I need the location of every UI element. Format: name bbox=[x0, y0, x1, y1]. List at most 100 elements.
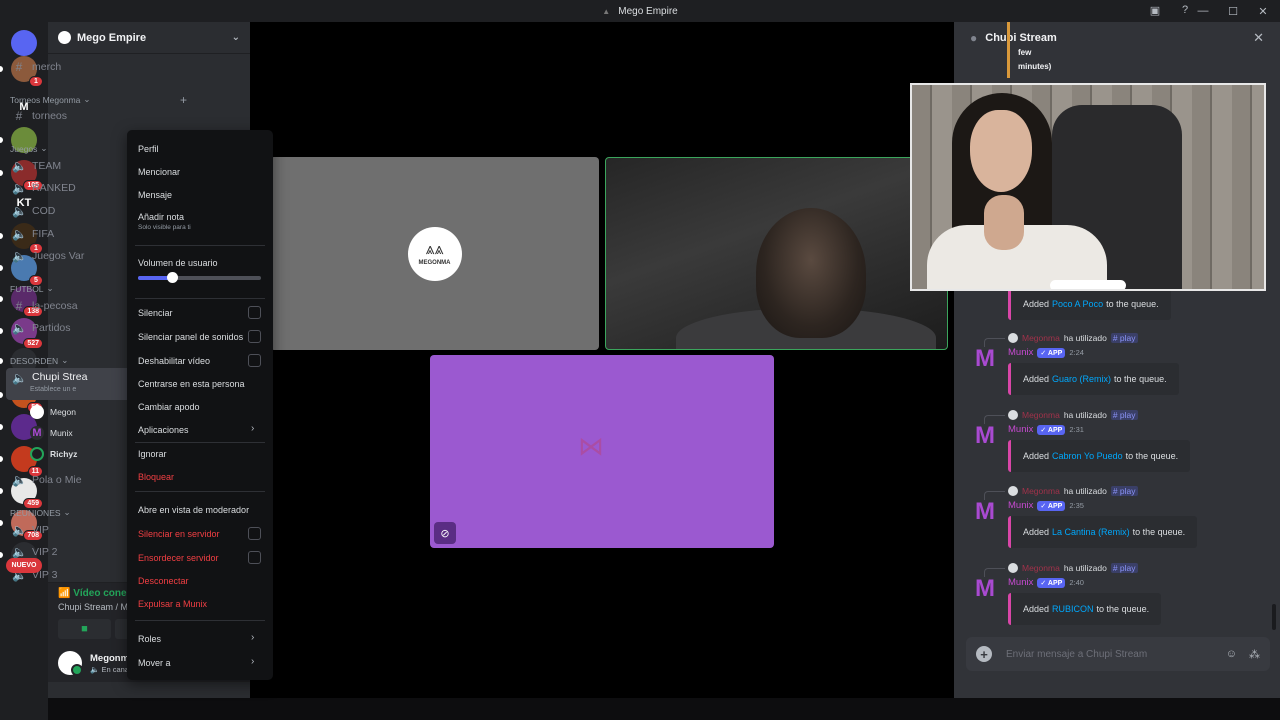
menu-anadir-nota[interactable]: Añadir nota Solo visible para ti bbox=[138, 212, 191, 231]
category-juegos[interactable]: Juegos ⌄ bbox=[10, 143, 48, 154]
menu-cambiar-apodo[interactable]: Cambiar apodo bbox=[138, 402, 200, 412]
menu-deshabilitar-video[interactable]: Deshabilitar vídeo bbox=[138, 356, 210, 366]
menu-roles[interactable]: Roles bbox=[138, 634, 161, 644]
pip-drag-handle[interactable] bbox=[1050, 280, 1126, 289]
new-badge: NUEVO bbox=[6, 558, 42, 573]
menu-ensordecer-servidor[interactable]: Ensordecer servidor bbox=[138, 553, 219, 563]
song-link[interactable]: RUBICON bbox=[1052, 604, 1094, 614]
channel-label: merch bbox=[32, 61, 62, 73]
close-icon[interactable]: ✕ bbox=[1253, 30, 1264, 46]
camera-button[interactable]: ■ bbox=[58, 619, 111, 639]
volume-slider[interactable] bbox=[138, 272, 261, 283]
video-tile-richyz[interactable] bbox=[605, 157, 948, 350]
channel-merch[interactable]: # merch bbox=[6, 57, 196, 77]
emoji-icon[interactable]: ☺ bbox=[1226, 648, 1237, 661]
checkmark-icon: ✓ bbox=[1040, 502, 1048, 510]
voice-user-megonma[interactable]: Megon bbox=[30, 405, 76, 419]
volume-knob[interactable] bbox=[167, 272, 179, 283]
help-icon[interactable]: ? bbox=[1178, 3, 1192, 17]
author-name[interactable]: Munix bbox=[1008, 347, 1033, 358]
menu-divider bbox=[135, 491, 265, 492]
maximize-button[interactable]: ☐ bbox=[1226, 4, 1240, 18]
channel-torneos[interactable]: # torneos bbox=[6, 106, 196, 126]
chevron-down-icon: ⌄ bbox=[61, 355, 69, 365]
video-tile-megonma[interactable]: ⩓⩓ MEGONMA bbox=[270, 157, 599, 350]
category-reuniones[interactable]: REUNIONES ⌄ bbox=[10, 507, 71, 518]
reply-reference[interactable]: Megonma ha utilizado # play bbox=[984, 486, 1138, 500]
menu-expulsar[interactable]: Expulsar a Munix bbox=[138, 599, 207, 609]
user-avatar[interactable] bbox=[58, 651, 83, 676]
category-desorden[interactable]: DESORDEN ⌄ bbox=[10, 355, 68, 366]
silenciar-checkbox[interactable] bbox=[248, 306, 261, 319]
author-name[interactable]: Munix bbox=[1008, 577, 1033, 588]
menu-ignorar[interactable]: Ignorar bbox=[138, 449, 167, 459]
apps-icon[interactable]: ⁂ bbox=[1249, 648, 1260, 661]
chat-scrollbar[interactable] bbox=[1272, 604, 1276, 630]
menu-centrarse[interactable]: Centrarse en esta persona bbox=[138, 379, 245, 389]
menu-mover-a[interactable]: Mover a bbox=[138, 658, 171, 668]
close-button[interactable]: ✕ bbox=[1256, 4, 1270, 18]
voice-user-richyz[interactable]: Richyz bbox=[30, 447, 77, 461]
song-link[interactable]: Guaro (Remix) bbox=[1052, 374, 1111, 384]
menu-silenciar[interactable]: Silenciar bbox=[138, 308, 173, 318]
reply-reference[interactable]: Megonma ha utilizado # play bbox=[984, 563, 1138, 577]
slash-command[interactable]: # play bbox=[1110, 486, 1138, 496]
menu-abrir-moderador[interactable]: Abre en vista de moderador bbox=[138, 505, 249, 515]
channel-label: Partidos bbox=[32, 322, 71, 334]
slash-command[interactable]: # play bbox=[1110, 333, 1138, 343]
ensordecer-servidor-checkbox[interactable] bbox=[248, 551, 261, 564]
chevron-right-icon: › bbox=[251, 423, 255, 434]
add-attachment-button[interactable]: + bbox=[976, 646, 992, 662]
chat-header: ● Chupi Stream ✕ bbox=[954, 22, 1280, 54]
plus-icon[interactable]: + bbox=[180, 93, 187, 107]
window-title-text: Mego Empire bbox=[618, 5, 678, 17]
deshabilitar-video-checkbox[interactable] bbox=[248, 354, 261, 367]
song-link[interactable]: La Cantina (Remix) bbox=[1052, 527, 1130, 537]
author-name[interactable]: Munix bbox=[1008, 500, 1033, 511]
menu-mensaje[interactable]: Mensaje bbox=[138, 190, 172, 200]
author-name[interactable]: Munix bbox=[1008, 424, 1033, 435]
menu-aplicaciones[interactable]: Aplicaciones bbox=[138, 425, 189, 435]
speaker-icon: 🔈 bbox=[12, 473, 27, 487]
song-link[interactable]: Poco A Poco bbox=[1052, 299, 1103, 309]
munix-logo-icon[interactable]: M bbox=[970, 421, 1000, 451]
menu-silenciar-panel[interactable]: Silenciar panel de sonidos bbox=[138, 332, 243, 342]
menu-bloquear[interactable]: Bloquear bbox=[138, 472, 174, 482]
silenciar-panel-checkbox[interactable] bbox=[248, 330, 261, 343]
munix-logo-icon[interactable]: M bbox=[970, 344, 1000, 374]
no-video-icon[interactable]: ⊘ bbox=[434, 522, 456, 544]
unread-indicator bbox=[0, 66, 3, 72]
chevron-down-icon: ⌄ bbox=[231, 32, 240, 43]
app-badge: ✓ APP bbox=[1037, 577, 1066, 588]
slash-command[interactable]: # play bbox=[1110, 410, 1138, 420]
category-label: REUNIONES bbox=[10, 507, 61, 518]
author: Munix ✓ APP 2:24 bbox=[1008, 347, 1084, 358]
avatar bbox=[1008, 333, 1018, 343]
checkmark-icon: ✓ bbox=[1040, 349, 1048, 357]
munix-logo-icon[interactable]: M bbox=[970, 574, 1000, 604]
category-label: Torneos Megonma bbox=[10, 94, 81, 105]
video-tile-munix[interactable]: ⋈ ⊘ bbox=[430, 355, 774, 548]
minimize-button[interactable]: — bbox=[1196, 4, 1210, 18]
queue-embed: Added Cabron Yo Puedo to the queue. bbox=[1008, 440, 1191, 472]
inbox-icon[interactable]: ▣ bbox=[1148, 3, 1162, 17]
server-icon-0[interactable] bbox=[11, 30, 37, 56]
picture-in-picture-video[interactable] bbox=[910, 83, 1266, 291]
reply-reference[interactable]: Megonma ha utilizado # play bbox=[984, 410, 1138, 424]
menu-perfil[interactable]: Perfil bbox=[138, 144, 159, 154]
silenciar-servidor-checkbox[interactable] bbox=[248, 527, 261, 540]
server-header[interactable]: Mego Empire ⌄ bbox=[48, 22, 250, 54]
menu-desconectar[interactable]: Desconectar bbox=[138, 576, 189, 586]
category-torneos[interactable]: Torneos Megonma ⌄ + bbox=[10, 93, 187, 107]
song-link[interactable]: Cabron Yo Puedo bbox=[1052, 451, 1123, 461]
voice-user-munix[interactable]: M Munix bbox=[30, 426, 73, 440]
message-input[interactable]: Enviar mensaje a Chupi Stream bbox=[1006, 649, 1147, 660]
category-futbol[interactable]: FUTBOL ⌄ bbox=[10, 283, 54, 294]
menu-silenciar-servidor[interactable]: Silenciar en servidor bbox=[138, 529, 220, 539]
avatar bbox=[1008, 486, 1018, 496]
menu-mencionar[interactable]: Mencionar bbox=[138, 167, 180, 177]
slash-command[interactable]: # play bbox=[1110, 563, 1138, 573]
reply-reference[interactable]: Megonma ha utilizado # play bbox=[984, 333, 1138, 347]
munix-logo-icon[interactable]: M bbox=[970, 497, 1000, 527]
munix-logo-icon: M bbox=[30, 426, 44, 440]
